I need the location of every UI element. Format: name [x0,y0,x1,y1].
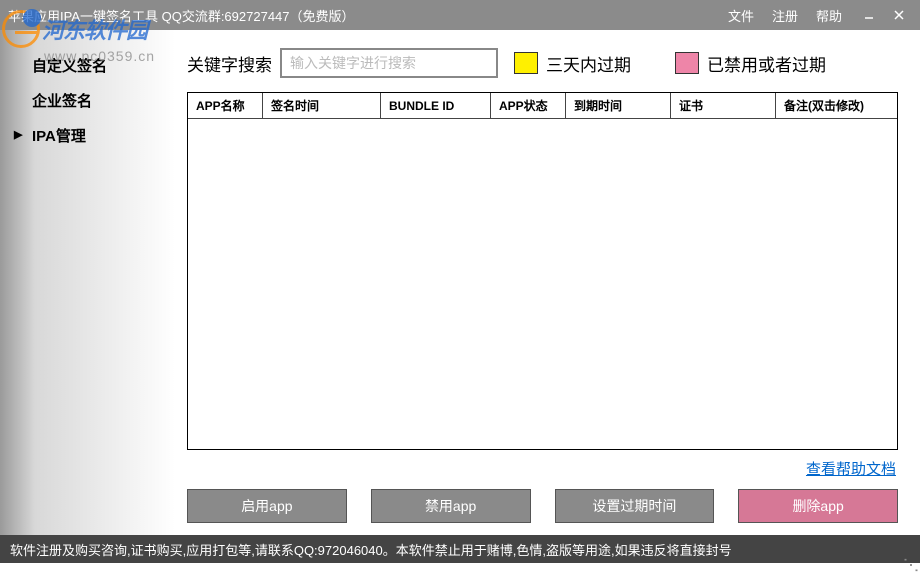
sidebar: 自定义签名 企业签名 IPA管理 [0,30,175,535]
window-title: 苹果应用IPA一键签名工具 QQ交流群:692727447（免费版） [8,6,728,25]
sidebar-item-ipa-manage[interactable]: IPA管理 [0,118,175,153]
menu-help[interactable]: 帮助 [816,6,842,25]
disable-app-button[interactable]: 禁用app [371,489,531,523]
col-sign-time[interactable]: 签名时间 [263,93,381,118]
statusbar: 软件注册及购买咨询,证书购买,应用打包等,请联系QQ:972046040。本软件… [0,535,920,563]
table-body[interactable] [188,119,897,449]
sidebar-item-label: 企业签名 [32,93,92,110]
col-expire-time[interactable]: 到期时间 [566,93,671,118]
col-cert[interactable]: 证书 [671,93,776,118]
search-label: 关键字搜索 [187,51,272,76]
search-input[interactable] [280,48,498,78]
set-expire-button[interactable]: 设置过期时间 [555,489,715,523]
sidebar-item-label: IPA管理 [32,128,86,145]
resize-grip-icon[interactable] [904,554,918,568]
col-bundle-id[interactable]: BUNDLE ID [381,93,491,118]
sidebar-item-enterprise-sign[interactable]: 企业签名 [0,83,175,118]
col-app-name[interactable]: APP名称 [188,93,263,118]
app-table: APP名称 签名时间 BUNDLE ID APP状态 到期时间 证书 备注(双击… [187,92,898,450]
col-remark[interactable]: 备注(双击修改) [776,93,897,118]
legend-expiring-color [514,52,538,74]
legend-expiring-label: 三天内过期 [546,51,631,76]
menu-register[interactable]: 注册 [772,6,798,25]
titlebar: 苹果应用IPA一键签名工具 QQ交流群:692727447（免费版） 文件 注册… [0,0,920,30]
close-button[interactable] [886,5,912,25]
menu-file[interactable]: 文件 [728,6,754,25]
minimize-button[interactable] [856,5,882,25]
delete-app-button[interactable]: 删除app [738,489,898,523]
help-doc-link[interactable]: 查看帮助文档 [806,461,896,478]
legend-disabled-label: 已禁用或者过期 [707,51,826,76]
legend-disabled-color [675,52,699,74]
sidebar-item-label: 自定义签名 [32,58,107,75]
table-header: APP名称 签名时间 BUNDLE ID APP状态 到期时间 证书 备注(双击… [188,93,897,119]
col-app-status[interactable]: APP状态 [491,93,566,118]
sidebar-item-custom-sign[interactable]: 自定义签名 [0,48,175,83]
enable-app-button[interactable]: 启用app [187,489,347,523]
